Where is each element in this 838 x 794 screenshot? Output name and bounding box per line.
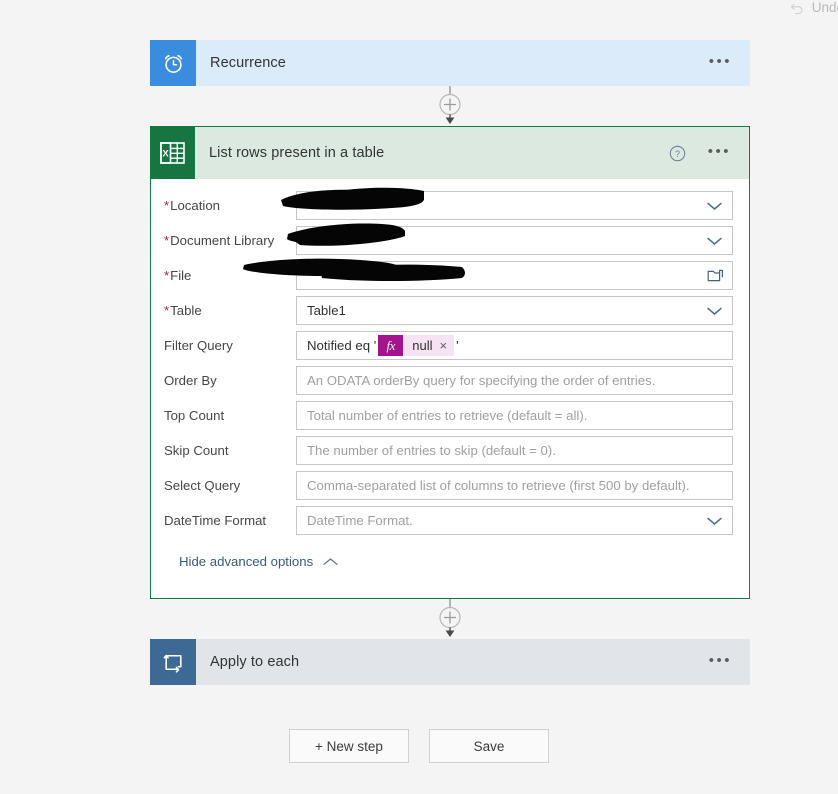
required-asterisk: * [164, 303, 170, 318]
excel-table-icon: X [160, 142, 185, 164]
chevron-down-icon[interactable] [705, 305, 724, 317]
flow-canvas: Recurrence ••• X List rows present in a … [0, 0, 838, 794]
document-library-input[interactable] [296, 226, 733, 255]
chevron-down-icon[interactable] [705, 235, 724, 247]
filter-query-input[interactable]: Notified eq ' fx null × ' [296, 331, 733, 360]
connector-trigger-to-excel[interactable] [436, 86, 464, 126]
label-file: *File [164, 268, 192, 283]
chevron-up-icon [323, 557, 338, 565]
label-location: *Location [164, 198, 220, 213]
order-by-placeholder: An ODATA orderBy query for specifying th… [307, 373, 656, 388]
field-row-filter-query: Filter Query Notified eq ' fx null × ' [164, 328, 733, 363]
datetime-format-placeholder: DateTime Format. [307, 513, 413, 528]
apply-to-each-icon-tile [150, 639, 196, 685]
order-by-input[interactable]: An ODATA orderBy query for specifying th… [296, 366, 733, 395]
hide-advanced-options-link[interactable]: Hide advanced options [179, 554, 339, 569]
datetime-format-input[interactable]: DateTime Format. [296, 506, 733, 535]
fx-icon: fx [378, 335, 404, 356]
list-rows-title: List rows present in a table [209, 145, 385, 161]
apply-to-each-header[interactable]: Apply to each ••• [196, 639, 750, 685]
new-step-button[interactable]: + New step [289, 729, 409, 763]
field-row-file: *File [164, 258, 733, 293]
label-order-by: Order By [164, 373, 217, 388]
recurrence-icon-tile [150, 40, 196, 86]
list-rows-header-body[interactable]: List rows present in a table ? ••• [195, 127, 749, 179]
top-count-input[interactable]: Total number of entries to retrieve (def… [296, 401, 733, 430]
required-asterisk: * [164, 268, 170, 283]
location-input[interactable] [296, 191, 733, 220]
field-row-order-by: Order By An ODATA orderBy query for spec… [164, 363, 733, 398]
filter-query-suffix: ' [456, 338, 459, 353]
label-filter-query: Filter Query [164, 338, 233, 353]
skip-count-input[interactable]: The number of entries to skip (default =… [296, 436, 733, 465]
flow-card-apply-to-each[interactable]: Apply to each ••• [150, 639, 750, 685]
field-row-skip-count: Skip Count The number of entries to skip… [164, 433, 733, 468]
chevron-down-icon[interactable] [705, 200, 724, 212]
footer-actions: + New step Save [0, 729, 838, 763]
recurrence-header[interactable]: Recurrence ••• [196, 40, 750, 86]
required-asterisk: * [164, 233, 170, 248]
alarm-clock-icon [164, 54, 182, 73]
svg-text:X: X [162, 149, 169, 160]
list-rows-form: *Location *Document Library *File *Table… [151, 179, 749, 571]
required-asterisk: * [164, 198, 170, 213]
connector-excel-to-loop[interactable] [436, 599, 464, 639]
datetime-format-trailing [699, 515, 724, 527]
document-library-trailing [699, 235, 724, 247]
label-top-count: Top Count [164, 408, 225, 423]
flow-card-recurrence[interactable]: Recurrence ••• [150, 40, 750, 86]
list-rows-header[interactable]: X List rows present in a table ? ••• [151, 127, 749, 179]
field-row-location: *Location [164, 188, 733, 223]
apply-to-each-title: Apply to each [210, 654, 300, 670]
field-row-top-count: Top Count Total number of entries to ret… [164, 398, 733, 433]
file-trailing [701, 268, 724, 283]
label-skip-count: Skip Count [164, 443, 229, 458]
file-input[interactable] [296, 261, 733, 290]
select-query-placeholder: Comma-separated list of columns to retri… [307, 478, 690, 493]
svg-text:?: ? [675, 148, 680, 158]
table-input[interactable]: Table1 [296, 296, 733, 325]
recurrence-title: Recurrence [210, 55, 286, 71]
save-button[interactable]: Save [429, 729, 549, 763]
loop-repeat-icon [163, 654, 182, 673]
table-trailing [699, 305, 724, 317]
field-row-select-query: Select Query Comma-separated list of col… [164, 468, 733, 503]
filter-query-prefix: Notified eq ' [307, 338, 377, 353]
filter-query-content: Notified eq ' fx null × ' [307, 335, 459, 356]
flow-card-list-rows[interactable]: X List rows present in a table ? ••• *Lo… [150, 126, 750, 599]
skip-count-placeholder: The number of entries to skip (default =… [307, 443, 556, 458]
excel-icon-tile: X [151, 127, 195, 179]
chevron-down-icon[interactable] [705, 515, 724, 527]
token-label: null [412, 338, 433, 353]
add-step-plus-icon[interactable] [436, 599, 464, 639]
add-step-plus-icon[interactable] [436, 86, 464, 126]
location-trailing [699, 200, 724, 212]
folder-icon[interactable] [707, 268, 724, 283]
top-count-placeholder: Total number of entries to retrieve (def… [307, 408, 588, 423]
label-datetime-format: DateTime Format [164, 513, 267, 528]
select-query-input[interactable]: Comma-separated list of columns to retri… [296, 471, 733, 500]
recurrence-menu-button[interactable]: ••• [709, 54, 732, 73]
field-row-document-library: *Document Library [164, 223, 733, 258]
field-row-datetime-format: DateTime Format DateTime Format. [164, 503, 733, 538]
table-value: Table1 [307, 303, 346, 318]
hide-advanced-options-label: Hide advanced options [179, 554, 314, 569]
apply-to-each-menu-button[interactable]: ••• [709, 653, 732, 672]
field-row-table: *Table Table1 [164, 293, 733, 328]
help-question-icon[interactable]: ? [669, 145, 686, 162]
label-select-query: Select Query [164, 478, 241, 493]
token-remove-icon[interactable]: × [439, 338, 454, 353]
list-rows-menu-button[interactable]: ••• [708, 144, 731, 163]
label-table: *Table [164, 303, 202, 318]
list-rows-header-actions: ? ••• [669, 144, 731, 163]
expression-token-null[interactable]: fx null × [378, 335, 455, 356]
label-document-library: *Document Library [164, 233, 275, 248]
